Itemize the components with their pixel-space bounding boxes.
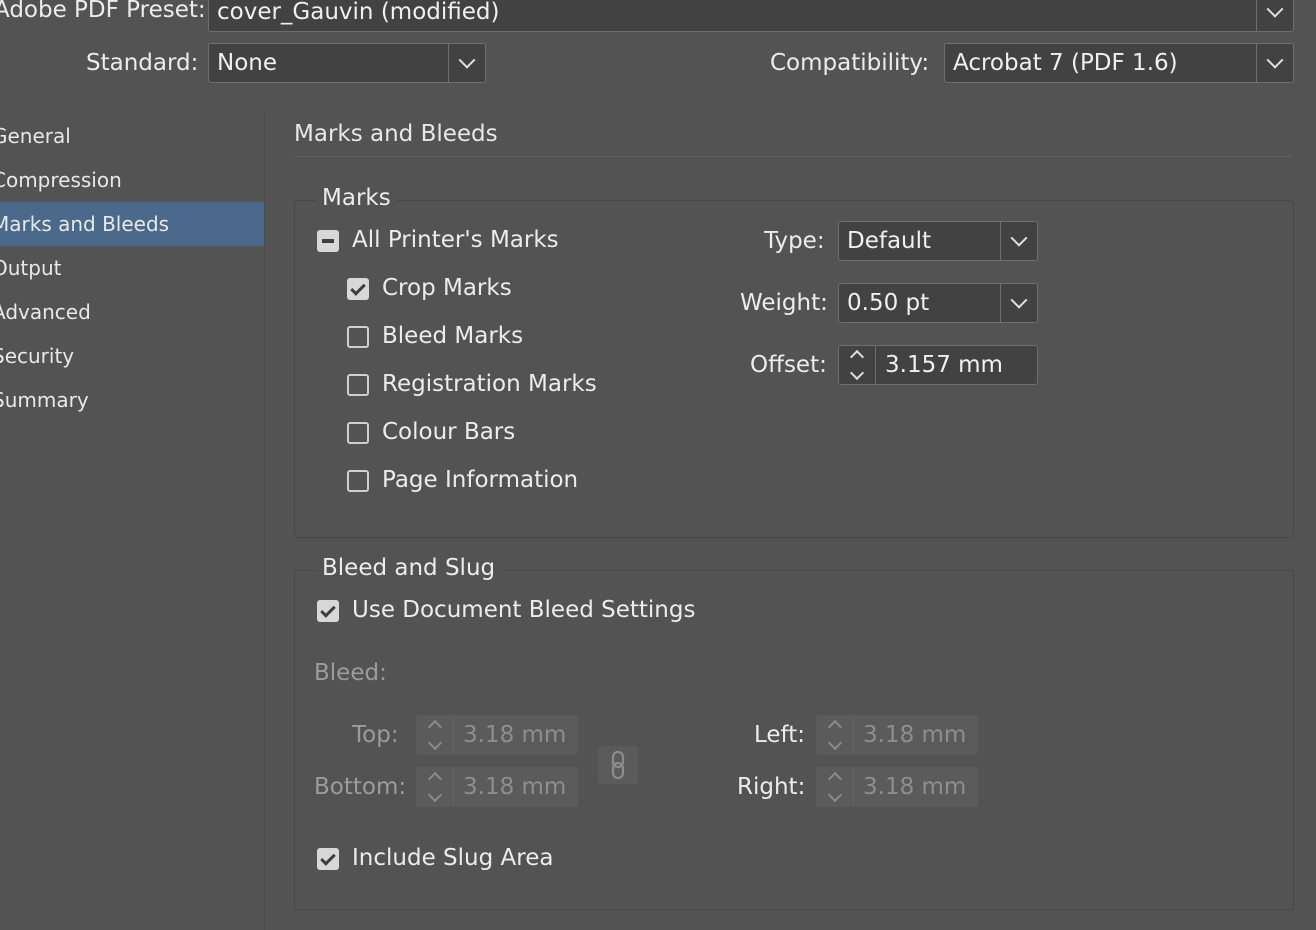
include-slug-checkbox[interactable] [317, 848, 339, 870]
spinner-arrows-icon[interactable] [839, 346, 876, 384]
page-information-checkbox[interactable] [347, 470, 369, 492]
chevron-down-icon[interactable] [1000, 222, 1037, 260]
bleed-top-stepper[interactable]: 3.18 mm [416, 715, 578, 755]
chevron-down-icon[interactable] [1000, 284, 1037, 322]
sidebar-item-compression[interactable]: Compression [0, 158, 264, 202]
weight-label: Weight: [740, 290, 828, 316]
spinner-arrows-icon[interactable] [817, 768, 854, 806]
top-label: Top: [352, 722, 399, 748]
spinner-arrows-icon[interactable] [817, 716, 854, 754]
chevron-down-icon[interactable] [448, 44, 485, 82]
crop-marks-checkbox[interactable] [347, 278, 369, 300]
weight-dropdown[interactable]: 0.50 pt [838, 283, 1038, 323]
marks-legend: Marks [316, 185, 397, 211]
sidebar: General Compression Marks and Bleeds Out… [0, 112, 265, 930]
page-information-label[interactable]: Page Information [382, 467, 578, 493]
sidebar-item-label: Output [0, 256, 62, 280]
left-label: Left: [754, 722, 806, 748]
preset-value: cover_Gauvin (modified) [217, 0, 500, 25]
divider [294, 156, 1292, 157]
standard-value: None [217, 50, 278, 76]
offset-stepper[interactable]: 3.157 mm [838, 345, 1038, 385]
preset-label: Adobe PDF Preset: [0, 0, 206, 23]
standard-dropdown[interactable]: None [208, 43, 486, 83]
preset-dropdown[interactable]: cover_Gauvin (modified) [208, 0, 1294, 32]
all-printers-marks-checkbox[interactable] [317, 230, 339, 252]
bottom-label: Bottom: [314, 774, 407, 800]
standard-label: Standard: [86, 50, 199, 76]
bleed-marks-checkbox[interactable] [347, 326, 369, 348]
sidebar-item-security[interactable]: Security [0, 334, 264, 378]
type-label: Type: [764, 228, 825, 254]
sidebar-item-marks-and-bleeds[interactable]: Marks and Bleeds [0, 202, 264, 246]
right-label: Right: [737, 774, 806, 800]
chain-link-icon[interactable] [598, 746, 638, 784]
sidebar-item-label: Security [0, 344, 75, 368]
chevron-down-icon[interactable] [1256, 0, 1293, 31]
registration-marks-label[interactable]: Registration Marks [382, 371, 597, 397]
bleed-label: Bleed: [314, 660, 387, 686]
colour-bars-label[interactable]: Colour Bars [382, 419, 515, 445]
sidebar-item-label: Summary [0, 388, 89, 412]
sidebar-item-label: General [0, 124, 71, 148]
type-value: Default [847, 228, 932, 254]
sidebar-item-general[interactable]: General [0, 114, 264, 158]
weight-value: 0.50 pt [847, 290, 930, 316]
type-dropdown[interactable]: Default [838, 221, 1038, 261]
sidebar-item-label: Compression [0, 168, 122, 192]
compatibility-dropdown[interactable]: Acrobat 7 (PDF 1.6) [944, 43, 1294, 83]
bleed-right-stepper[interactable]: 3.18 mm [816, 767, 978, 807]
bleed-slug-legend: Bleed and Slug [316, 555, 502, 581]
use-document-bleed-checkbox[interactable] [317, 600, 339, 622]
bleed-bottom-stepper[interactable]: 3.18 mm [416, 767, 578, 807]
bleed-bottom-value[interactable]: 3.18 mm [454, 774, 566, 800]
spinner-arrows-icon[interactable] [417, 768, 454, 806]
bleed-left-value[interactable]: 3.18 mm [854, 722, 966, 748]
sidebar-item-label: Advanced [0, 300, 91, 324]
compatibility-label: Compatibility: [770, 50, 930, 76]
sidebar-item-output[interactable]: Output [0, 246, 264, 290]
all-printers-marks-label[interactable]: All Printer's Marks [352, 227, 559, 253]
bleed-marks-label[interactable]: Bleed Marks [382, 323, 523, 349]
compatibility-value: Acrobat 7 (PDF 1.6) [953, 50, 1178, 76]
page-title: Marks and Bleeds [294, 121, 498, 147]
bleed-left-stepper[interactable]: 3.18 mm [816, 715, 978, 755]
sidebar-item-advanced[interactable]: Advanced [0, 290, 264, 334]
bleed-top-value[interactable]: 3.18 mm [454, 722, 566, 748]
spinner-arrows-icon[interactable] [417, 716, 454, 754]
offset-label: Offset: [750, 352, 827, 378]
sidebar-item-label: Marks and Bleeds [0, 212, 170, 236]
sidebar-item-summary[interactable]: Summary [0, 378, 264, 422]
chevron-down-icon[interactable] [1256, 44, 1293, 82]
crop-marks-label[interactable]: Crop Marks [382, 275, 512, 301]
colour-bars-checkbox[interactable] [347, 422, 369, 444]
use-document-bleed-label[interactable]: Use Document Bleed Settings [352, 597, 695, 623]
registration-marks-checkbox[interactable] [347, 374, 369, 396]
bleed-right-value[interactable]: 3.18 mm [854, 774, 966, 800]
include-slug-label[interactable]: Include Slug Area [352, 845, 553, 871]
offset-value[interactable]: 3.157 mm [876, 352, 1003, 378]
